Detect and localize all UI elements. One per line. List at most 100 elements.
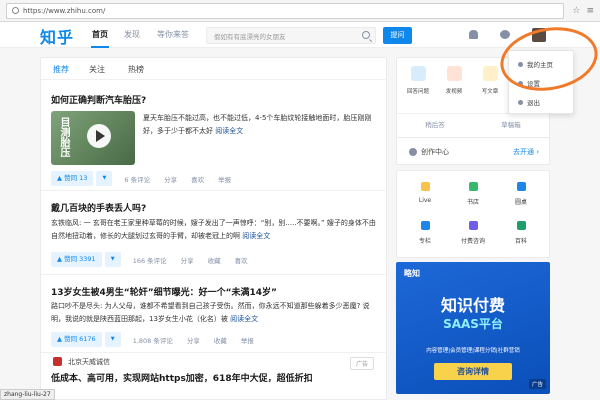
banner-ad[interactable]: 略知 知识付费 SAAS平台 内容管理|会员管理|课程分销|社群营销 咨询详情 … bbox=[396, 262, 550, 394]
feed-card: 戴几百块的手表丢人吗? 玄铁临风: 一 玄哥在老王家里种草莓的时候，嫂子发出了一… bbox=[41, 193, 386, 275]
logout-item[interactable]: 退出 bbox=[518, 97, 540, 107]
search-placeholder: 假如有有底漂亮的女朋友 bbox=[214, 33, 286, 41]
banner-logo: 略知 bbox=[404, 269, 420, 278]
service-label: 专栏 bbox=[418, 238, 431, 245]
banner-title: 知识付费 bbox=[440, 296, 505, 315]
service-label: Live bbox=[418, 197, 432, 204]
zhihu-logo[interactable]: 知乎 bbox=[40, 24, 74, 48]
service-label: 付费咨询 bbox=[460, 238, 485, 245]
play-icon[interactable] bbox=[87, 124, 111, 148]
excerpt-text: 夏天车胎压不能过高，也不能过低，4-5个车胎纹轮接触地面时，胎压刚刚好，多于少于… bbox=[143, 114, 372, 135]
create-label: 发视频 bbox=[445, 89, 463, 95]
comment-button[interactable]: 166 条评论 bbox=[133, 255, 167, 265]
menu-icon[interactable]: ≡ bbox=[586, 6, 594, 16]
lock-icon bbox=[12, 7, 19, 14]
favorite-button[interactable]: 收藏 bbox=[208, 255, 221, 265]
banner-description: 内容管理|会员管理|课程分销|社群营销 bbox=[426, 348, 520, 354]
downvote-button[interactable]: ▼ bbox=[104, 332, 121, 347]
tab-follow[interactable]: 关注 bbox=[89, 64, 105, 75]
answer-question-button[interactable]: 回答问题 bbox=[403, 66, 433, 95]
nav-waiting[interactable]: 等你来答 bbox=[157, 29, 189, 40]
advertiser-logo-icon bbox=[53, 357, 62, 366]
report-button[interactable]: 举报 bbox=[218, 174, 231, 184]
service-live[interactable]: Live bbox=[411, 182, 439, 204]
video-icon bbox=[446, 66, 462, 81]
post-video-button[interactable]: 发视频 bbox=[439, 66, 469, 95]
bookmark-icon[interactable]: ☆ bbox=[572, 6, 580, 16]
ad-title[interactable]: 低成本、高可用，实现网站https加密，618年中大促，超低折扣 bbox=[51, 371, 313, 384]
book-icon bbox=[468, 182, 478, 191]
card-title[interactable]: 戴几百块的手表丢人吗? bbox=[51, 201, 146, 214]
ad-badge[interactable]: 广告 bbox=[349, 357, 374, 370]
excerpt-text: 玄铁临风: 一 玄哥在老王家里种草莓的时候，嫂子发出了一声惊呼：“别，别....… bbox=[51, 219, 376, 240]
main-feed: 推荐 关注 热榜 如何正确判断汽车胎压? 目测胎压 夏天车胎压不能过高，也不能过… bbox=[40, 57, 387, 400]
read-more-link[interactable]: 阅读全文 bbox=[230, 315, 258, 323]
card-title[interactable]: 如何正确判断汽车胎压? bbox=[51, 93, 146, 106]
downvote-button[interactable]: ▼ bbox=[96, 171, 113, 186]
like-button[interactable]: 喜欢 bbox=[191, 174, 204, 184]
tab-hot[interactable]: 热榜 bbox=[128, 64, 144, 75]
wiki-icon bbox=[516, 221, 526, 230]
like-button[interactable]: 喜欢 bbox=[235, 255, 248, 265]
drafts-link[interactable]: 草稿箱 bbox=[473, 114, 549, 135]
creator-center-label: 创作中心 bbox=[421, 148, 449, 156]
share-button[interactable]: 分享 bbox=[187, 335, 200, 345]
card-actions: ▲ 赞同 6176 ▼ 1,808 条评论 分享 收藏 举报 bbox=[51, 332, 268, 347]
service-roundtable[interactable]: 圆桌 bbox=[507, 182, 535, 206]
share-button[interactable]: 分享 bbox=[164, 174, 177, 184]
ad-source[interactable]: 北京天威诚信 bbox=[68, 357, 110, 367]
read-more-link[interactable]: 阅读全文 bbox=[242, 232, 270, 240]
card-title[interactable]: 13岁女生被4男生“轮奸”细节曝光：好一个“未满14岁” bbox=[51, 285, 277, 298]
downvote-button[interactable]: ▼ bbox=[104, 252, 121, 267]
report-button[interactable]: 举报 bbox=[241, 335, 254, 345]
upvote-button[interactable]: ▲ 赞同 3391 bbox=[51, 252, 102, 267]
lightbulb-icon bbox=[409, 148, 417, 156]
message-icon[interactable] bbox=[500, 30, 510, 39]
search-icon[interactable] bbox=[362, 31, 370, 39]
services-panel: Live 书店 圆桌 专栏 付费咨询 百科 bbox=[396, 170, 550, 258]
open-creator-link[interactable]: 去开通 › bbox=[513, 147, 539, 157]
nav-active-indicator bbox=[91, 46, 109, 48]
consult-icon bbox=[468, 221, 478, 230]
comment-button[interactable]: 1,808 条评论 bbox=[133, 335, 173, 345]
consult-details-button[interactable]: 咨询详情 bbox=[434, 363, 512, 380]
read-more-link[interactable]: 阅读全文 bbox=[215, 127, 243, 135]
service-wiki[interactable]: 百科 bbox=[507, 221, 535, 245]
status-bar-url: zhang-liu-liu-27 bbox=[0, 389, 55, 400]
answer-later-link[interactable]: 稍后答 bbox=[397, 114, 473, 135]
article-icon bbox=[482, 66, 498, 81]
comment-button[interactable]: 6 条评论 bbox=[124, 174, 150, 184]
favorite-button[interactable]: 收藏 bbox=[214, 335, 227, 345]
nav-home[interactable]: 首页 bbox=[92, 29, 108, 40]
roundtable-icon bbox=[516, 182, 526, 191]
upvote-button[interactable]: ▲ 赞同 6176 bbox=[51, 332, 102, 347]
pen-icon bbox=[420, 221, 430, 230]
create-label: 回答问题 bbox=[406, 89, 429, 95]
feed-card: 如何正确判断汽车胎压? 目测胎压 夏天车胎压不能过高，也不能过低，4-5个车胎纹… bbox=[41, 81, 386, 191]
nav-explore[interactable]: 发现 bbox=[124, 29, 140, 40]
thumbnail-caption: 目测胎压 bbox=[58, 117, 69, 157]
create-label: 写文章 bbox=[481, 89, 499, 95]
url-text: https://www.zhihu.com/ bbox=[23, 6, 106, 15]
tab-recommend[interactable]: 推荐 bbox=[53, 64, 69, 75]
address-bar[interactable]: https://www.zhihu.com/ bbox=[6, 2, 565, 19]
search-input[interactable]: 假如有有底漂亮的女朋友 bbox=[206, 27, 376, 44]
card-excerpt: 路口吵不是尽头: 为人父母，谁都不希望看到自己孩子受伤。然而，你永远不知道那些躲… bbox=[51, 300, 378, 326]
service-label: 书店 bbox=[466, 199, 479, 206]
service-column[interactable]: 专栏 bbox=[411, 221, 439, 245]
ask-button[interactable]: 提问 bbox=[383, 27, 412, 44]
power-icon bbox=[518, 100, 523, 105]
service-bookstore[interactable]: 书店 bbox=[459, 182, 487, 206]
video-thumbnail[interactable]: 目测胎压 bbox=[51, 111, 135, 165]
service-paid-consult[interactable]: 付费咨询 bbox=[459, 221, 487, 245]
card-excerpt: 玄铁临风: 一 玄哥在老王家里种草莓的时候，嫂子发出了一声惊呼：“别，别....… bbox=[51, 217, 378, 243]
banner-ad-badge: 广告 bbox=[528, 379, 546, 389]
share-button[interactable]: 分享 bbox=[181, 255, 194, 265]
creator-center: 创作中心 去开通 › bbox=[396, 137, 550, 165]
lightning-icon bbox=[420, 182, 430, 191]
answer-icon bbox=[410, 66, 426, 81]
notification-bell-icon[interactable] bbox=[469, 30, 478, 39]
feed-card: 13岁女生被4男生“轮奸”细节曝光：好一个“未满14岁” 路口吵不是尽头: 为人… bbox=[41, 277, 386, 353]
upvote-button[interactable]: ▲ 赞同 13 bbox=[51, 171, 94, 186]
browser-toolbar: https://www.zhihu.com/ ☆ ≡ bbox=[0, 0, 600, 22]
